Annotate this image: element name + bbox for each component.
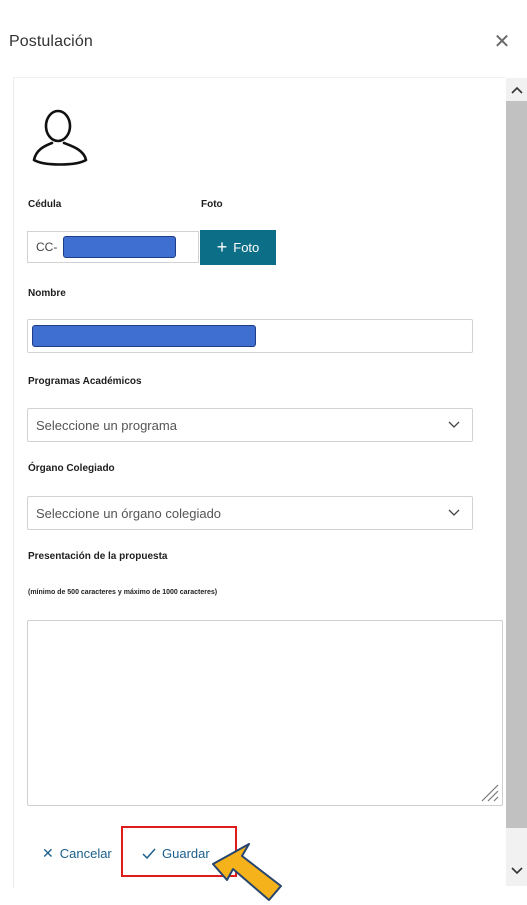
programas-select-value: Seleccione un programa (36, 418, 177, 433)
chevron-down-icon (448, 421, 460, 428)
plus-icon: + (216, 236, 228, 257)
organo-label: Órgano Colegiado (28, 463, 115, 474)
checkmark-icon (142, 848, 156, 859)
nombre-label: Nombre (28, 288, 66, 299)
close-icon[interactable]: ✕ (490, 30, 514, 54)
redacted-cedula (63, 236, 176, 258)
save-button[interactable]: Guardar (142, 843, 210, 863)
redacted-nombre (32, 325, 256, 347)
scroll-down-arrow-icon[interactable] (506, 860, 527, 882)
organo-select[interactable]: Seleccione un órgano colegiado (27, 496, 473, 530)
scrollbar-thumb[interactable] (506, 101, 527, 828)
scroll-up-arrow-icon[interactable] (506, 79, 527, 101)
chevron-down-icon (448, 509, 460, 516)
presentacion-textarea[interactable] (27, 620, 503, 806)
pointer-arrow-icon (212, 843, 282, 901)
cancel-button-label: Cancelar (59, 845, 112, 861)
cancel-button[interactable]: ✕ Cancelar (42, 843, 112, 863)
organo-select-value: Seleccione un órgano colegiado (36, 506, 222, 521)
user-avatar-icon (30, 104, 92, 166)
foto-label: Foto (201, 199, 223, 210)
cedula-input[interactable]: CC- (27, 231, 199, 263)
presentacion-hint: (mínimo de 500 caracteres y máximo de 10… (28, 589, 218, 596)
save-button-label: Guardar (162, 845, 210, 861)
programas-label: Programas Académicos (28, 376, 142, 387)
resize-handle-icon[interactable] (476, 779, 500, 803)
cedula-prefix: CC- (36, 240, 58, 254)
nombre-input[interactable] (27, 319, 473, 353)
presentacion-label: Presentación de la propuesta (28, 551, 168, 562)
cedula-label: Cédula (28, 199, 62, 210)
close-icon: ✕ (42, 844, 54, 861)
add-photo-button[interactable]: + Foto (200, 230, 276, 265)
dialog-title: Postulación (9, 33, 93, 50)
add-photo-button-label: Foto (233, 240, 260, 255)
programas-select[interactable]: Seleccione un programa (27, 408, 473, 442)
